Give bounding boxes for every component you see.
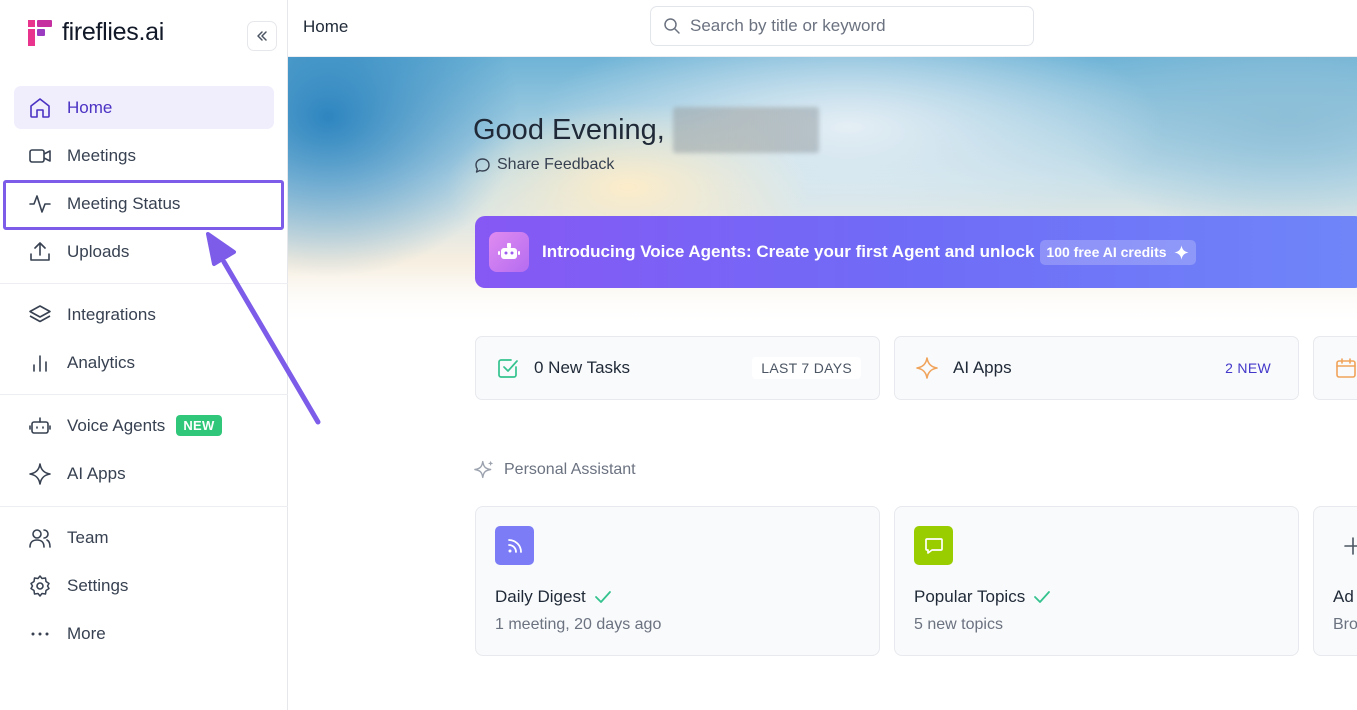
popular-topics-subtitle: 5 new topics: [914, 616, 1003, 633]
sidebar-item-label: Settings: [67, 575, 129, 595]
sidebar-item-label: Uploads: [67, 241, 130, 261]
annotation-arrow-icon: [206, 232, 321, 425]
sidebar-item-label: Integrations: [67, 304, 156, 324]
redacted-user-name: [672, 107, 819, 153]
checkmark-icon: [594, 591, 611, 603]
hero-banner: Good Evening, Share Feedback Introducing…: [288, 57, 1357, 327]
ai-apps-title: AI Apps: [953, 358, 1012, 377]
new-tasks-card[interactable]: 0 New Tasks LAST 7 DAYS: [475, 336, 880, 400]
add-assistant-card[interactable]: Ad Bro: [1313, 506, 1357, 656]
free-credits-label: 100 free AI credits: [1046, 244, 1167, 260]
gear-icon: [27, 573, 53, 599]
last-7-days-tag: LAST 7 DAYS: [752, 357, 861, 379]
sidebar-item-home[interactable]: Home: [14, 86, 274, 129]
plus-icon: [1333, 526, 1357, 565]
robot-icon: [489, 232, 529, 272]
sparkle-icon: [27, 461, 53, 487]
chat-bubble-icon: [474, 157, 491, 174]
sidebar-item-label: Analytics: [67, 352, 136, 372]
sparkle-icon: [915, 356, 939, 380]
card-title-text: Popular Topics: [914, 587, 1026, 606]
promo-text: Introducing Voice Agents: Create your fi…: [542, 242, 1035, 261]
free-credits-pill: 100 free AI credits: [1040, 239, 1196, 265]
robot-icon: [27, 413, 53, 439]
breadcrumb[interactable]: Home: [303, 17, 348, 37]
sidebar-item-label: Team: [67, 527, 109, 547]
sidebar-item-label: AI Apps: [67, 463, 126, 483]
popular-topics-title: Popular Topics: [914, 587, 1051, 607]
sidebar-item-label: Voice Agents: [67, 415, 166, 435]
daily-digest-card[interactable]: Daily Digest 1 meeting, 20 days ago: [475, 506, 880, 656]
add-card-subtitle: Bro: [1333, 616, 1357, 633]
greeting-text: Good Evening,: [473, 113, 665, 146]
message-square-icon: [914, 526, 953, 565]
sidebar-item-label: More: [67, 623, 106, 643]
popular-topics-card[interactable]: Popular Topics 5 new topics: [894, 506, 1299, 656]
sidebar-item-settings[interactable]: Settings: [14, 564, 274, 607]
calendar-icon: [1334, 356, 1357, 380]
sidebar-item-more[interactable]: More: [14, 612, 274, 655]
logo[interactable]: fireflies.ai: [28, 18, 164, 47]
sidebar-item-ai-apps[interactable]: AI Apps: [14, 452, 274, 495]
share-feedback-label: Share Feedback: [497, 156, 615, 173]
new-tasks-title: 0 New Tasks: [534, 358, 631, 377]
voice-agents-promo-banner[interactable]: Introducing Voice Agents: Create your fi…: [475, 216, 1357, 288]
greeting: Good Evening,: [473, 107, 819, 153]
checkbox-icon: [496, 356, 520, 380]
sparkle-icon: [1173, 244, 1189, 260]
logo-text: fireflies.ai: [62, 18, 164, 46]
video-icon: [27, 143, 53, 169]
new-count-tag: 2 NEW: [1225, 360, 1271, 376]
checkmark-icon: [1034, 591, 1051, 603]
sidebar-item-label: Meetings: [67, 145, 136, 165]
home-icon: [27, 95, 53, 121]
sidebar-item-meetings[interactable]: Meetings: [14, 134, 274, 177]
chevrons-left-icon: [257, 31, 267, 41]
layers-icon: [27, 302, 53, 328]
daily-digest-title: Daily Digest: [495, 587, 612, 607]
sidebar-item-team[interactable]: Team: [14, 516, 274, 559]
upload-icon: [27, 239, 53, 265]
ai-apps-card[interactable]: AI Apps 2 NEW: [894, 336, 1299, 400]
daily-digest-subtitle: 1 meeting, 20 days ago: [495, 616, 662, 633]
search-box[interactable]: [650, 6, 1034, 46]
collapse-sidebar-button[interactable]: [247, 21, 277, 51]
sparkles-icon: [474, 460, 494, 479]
personal-assistant-title: Personal Assistant: [504, 460, 636, 478]
users-icon: [27, 525, 53, 551]
fireflies-logo-icon: [28, 19, 52, 46]
share-feedback-link[interactable]: Share Feedback: [474, 156, 614, 174]
card-title-text: Daily Digest: [495, 587, 586, 606]
sidebar-item-label: Home: [67, 97, 113, 117]
personal-assistant-heading: Personal Assistant: [474, 459, 636, 480]
top-bar: Home: [288, 0, 1357, 57]
calendar-card[interactable]: [1313, 336, 1357, 400]
search-icon: [663, 17, 681, 35]
bar-chart-icon: [27, 350, 53, 376]
rss-icon: [495, 526, 534, 565]
sidebar-divider: [0, 506, 288, 507]
highlight-annotation-box: [3, 180, 284, 230]
add-card-title: Ad: [1333, 587, 1354, 606]
more-dots-icon: [27, 621, 53, 647]
search-input[interactable]: [690, 16, 1020, 36]
